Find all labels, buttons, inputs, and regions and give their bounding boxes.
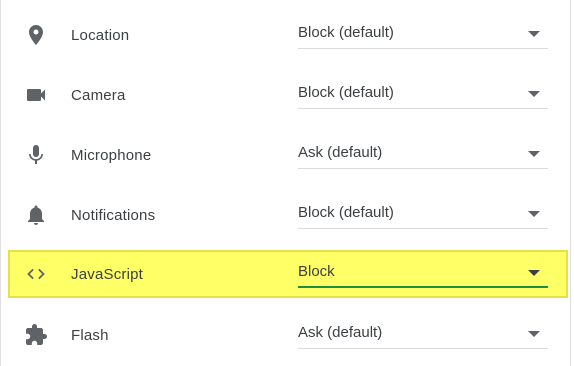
dropdown-arrow-icon <box>528 331 540 337</box>
site-settings-panel: Location Block (default) Camera Block (d… <box>0 0 574 366</box>
dropdown-arrow-icon <box>528 270 540 276</box>
dropdown-arrow-icon <box>528 31 540 37</box>
dropdown-arrow-icon <box>528 91 540 97</box>
dropdown-arrow-icon <box>528 211 540 217</box>
javascript-permission-value: Block <box>298 263 335 280</box>
setting-row-camera: Camera Block (default) <box>8 71 568 119</box>
bell-icon <box>24 203 52 227</box>
dropdown-arrow-icon <box>528 151 540 157</box>
setting-row-javascript: JavaScript Block <box>8 250 568 298</box>
setting-row-location: Location Block (default) <box>8 11 568 59</box>
location-permission-value: Block (default) <box>298 24 394 41</box>
flash-permission-dropdown[interactable]: Ask (default) <box>298 321 548 349</box>
setting-row-flash: Flash Ask (default) <box>8 311 568 359</box>
location-permission-dropdown[interactable]: Block (default) <box>298 21 548 49</box>
notifications-permission-value: Block (default) <box>298 204 394 221</box>
puzzle-piece-icon <box>24 323 52 347</box>
setting-label-notifications: Notifications <box>71 207 156 224</box>
setting-label-location: Location <box>71 27 130 44</box>
camera-icon <box>24 83 52 107</box>
setting-label-microphone: Microphone <box>71 147 152 164</box>
javascript-permission-dropdown[interactable]: Block <box>298 260 548 288</box>
setting-label-javascript: JavaScript <box>71 266 144 283</box>
setting-row-notifications: Notifications Block (default) <box>8 191 568 239</box>
flash-permission-value: Ask (default) <box>298 324 383 341</box>
setting-label-flash: Flash <box>71 327 109 344</box>
camera-permission-dropdown[interactable]: Block (default) <box>298 81 548 109</box>
notifications-permission-dropdown[interactable]: Block (default) <box>298 201 548 229</box>
code-brackets-icon <box>24 262 52 286</box>
location-pin-icon <box>24 23 52 47</box>
microphone-permission-dropdown[interactable]: Ask (default) <box>298 141 548 169</box>
camera-permission-value: Block (default) <box>298 84 394 101</box>
microphone-permission-value: Ask (default) <box>298 144 383 161</box>
setting-row-microphone: Microphone Ask (default) <box>8 131 568 179</box>
microphone-icon <box>24 143 52 167</box>
setting-label-camera: Camera <box>71 87 126 104</box>
